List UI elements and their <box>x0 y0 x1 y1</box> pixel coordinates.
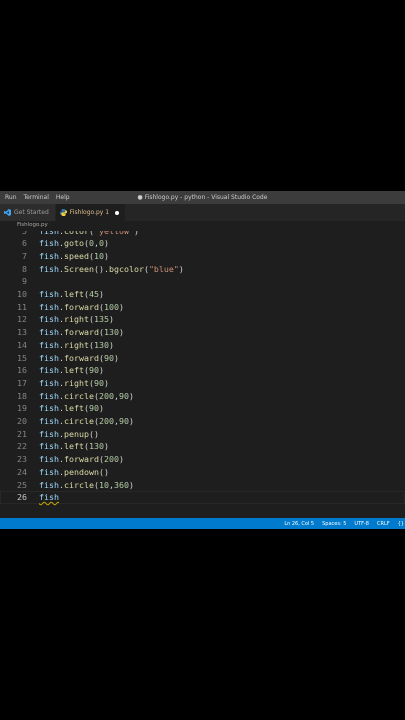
line-text[interactable]: fish.speed(10) <box>39 250 109 263</box>
line-text[interactable]: fish.left(45) <box>39 288 104 301</box>
code-line[interactable]: 19 fish.left(90) <box>0 402 405 415</box>
status-bar: Ln 26, Col 5 Spaces: 5 UTF-8 CRLF {} <box>0 518 405 529</box>
line-text[interactable]: fish.forward(90) <box>39 352 119 365</box>
line-number: 15 <box>17 352 27 363</box>
code-line[interactable]: 20 fish.circle(200,90) <box>0 415 405 428</box>
tab-label: Fishlogo.py 1 <box>69 209 110 216</box>
breadcrumb[interactable]: Fishlogo.py <box>0 221 405 230</box>
tab-fishlogo[interactable]: Fishlogo.py 1 <box>55 204 127 221</box>
line-number: 11 <box>17 301 27 312</box>
line-text[interactable]: fish.circle(10,360) <box>39 479 134 492</box>
code-line[interactable]: 6 fish.goto(0,0) <box>0 237 405 250</box>
line-text[interactable]: fish.left(90) <box>39 402 104 415</box>
line-number: 12 <box>17 314 27 325</box>
code-line[interactable]: 21 fish.penup() <box>0 428 405 441</box>
line-number: 16 <box>17 365 27 376</box>
status-language[interactable]: {} <box>398 521 404 527</box>
line-number: 10 <box>17 289 27 299</box>
line-number: 22 <box>17 441 27 452</box>
tab-bar: Get Started Fishlogo.py 1 <box>0 204 405 221</box>
code-line[interactable]: 13 fish.forward(130) <box>0 326 405 339</box>
line-text[interactable]: fish.left(90) <box>39 364 104 377</box>
menu-run[interactable]: Run <box>5 194 17 201</box>
tab-get-started[interactable]: Get Started <box>0 204 56 221</box>
code-editor[interactable]: 5fish.color("yellow")6fish.goto(0,0)7fis… <box>0 231 405 518</box>
line-number: 24 <box>17 466 27 477</box>
line-number: 20 <box>17 416 27 426</box>
line-number: 25 <box>17 479 27 490</box>
line-number: 19 <box>17 403 27 414</box>
unsaved-dot-icon[interactable] <box>115 210 120 215</box>
status-encoding[interactable]: UTF-8 <box>354 521 369 527</box>
line-text[interactable]: fish.forward(100) <box>39 301 124 314</box>
line-text[interactable]: fish.goto(0,0) <box>39 237 109 250</box>
line-text[interactable]: fish <box>39 491 59 504</box>
line-text[interactable]: fish.circle(200,90) <box>39 415 134 428</box>
menu-bar: Run Terminal Help ● Fishlogo.py - python… <box>0 191 405 204</box>
code-line[interactable]: 24 fish.pendown() <box>0 466 405 479</box>
code-line[interactable]: 25 fish.circle(10,360) <box>0 479 405 492</box>
code-line[interactable]: 9 <box>0 275 405 288</box>
code-line[interactable]: 15 fish.forward(90) <box>0 352 405 365</box>
code-line[interactable]: 8 fish.Screen().bgcolor("blue") <box>0 263 405 276</box>
line-number: 7 <box>22 250 27 261</box>
code-line[interactable]: 22 fish.left(130) <box>0 440 405 453</box>
menu-help[interactable]: Help <box>56 194 70 201</box>
vscode-logo-icon <box>4 209 11 216</box>
code-line[interactable]: 7 fish.speed(10) <box>0 250 405 263</box>
line-number: 26 <box>17 492 27 503</box>
tab-label: Get Started <box>14 209 49 216</box>
code-line[interactable]: 11 fish.forward(100) <box>0 301 405 314</box>
line-text[interactable]: fish.circle(200,90) <box>39 390 134 403</box>
line-text[interactable]: fish.pendown() <box>39 466 109 479</box>
line-text[interactable]: fish.right(90) <box>39 377 109 390</box>
status-eol[interactable]: CRLF <box>377 521 390 527</box>
line-text[interactable]: fish.right(130) <box>39 339 114 352</box>
vscode-window: Run Terminal Help ● Fishlogo.py - python… <box>0 191 405 529</box>
line-text[interactable]: fish.penup() <box>39 428 99 441</box>
line-text[interactable]: fish.forward(130) <box>39 326 124 339</box>
status-indentation[interactable]: Spaces: 5 <box>322 521 346 527</box>
code-line[interactable]: 16 fish.left(90) <box>0 364 405 377</box>
line-number: 17 <box>17 377 27 388</box>
line-text[interactable]: fish.left(130) <box>39 440 109 453</box>
code-line[interactable]: 12 fish.right(135) <box>0 313 405 326</box>
code-line[interactable]: 17 fish.right(90) <box>0 377 405 390</box>
menu-terminal[interactable]: Terminal <box>24 194 49 201</box>
line-text[interactable]: fish.right(135) <box>39 313 114 326</box>
line-number: 14 <box>17 339 27 350</box>
breadcrumb-file[interactable]: Fishlogo.py <box>17 222 48 228</box>
line-number: 13 <box>17 327 27 338</box>
line-number: 6 <box>22 238 27 249</box>
line-number: 8 <box>22 263 27 274</box>
code-line[interactable]: 23 fish.forward(200) <box>0 453 405 466</box>
python-file-icon <box>59 209 67 216</box>
line-number: 9 <box>22 276 27 287</box>
line-text[interactable]: fish.Screen().bgcolor("blue") <box>39 263 184 276</box>
status-cursor-position[interactable]: Ln 26, Col 5 <box>284 521 314 527</box>
code-line[interactable]: 26 fish <box>0 491 405 504</box>
line-number: 21 <box>17 428 27 439</box>
code-line[interactable]: 10 fish.left(45) <box>0 288 405 301</box>
line-text[interactable]: fish.forward(200) <box>39 453 124 466</box>
window-title: ● Fishlogo.py - python - Visual Studio C… <box>137 194 268 201</box>
code-line[interactable]: 18 fish.circle(200,90) <box>0 390 405 403</box>
code-line[interactable]: 14 fish.right(130) <box>0 339 405 352</box>
line-number: 23 <box>17 454 27 465</box>
line-number: 18 <box>17 390 27 401</box>
